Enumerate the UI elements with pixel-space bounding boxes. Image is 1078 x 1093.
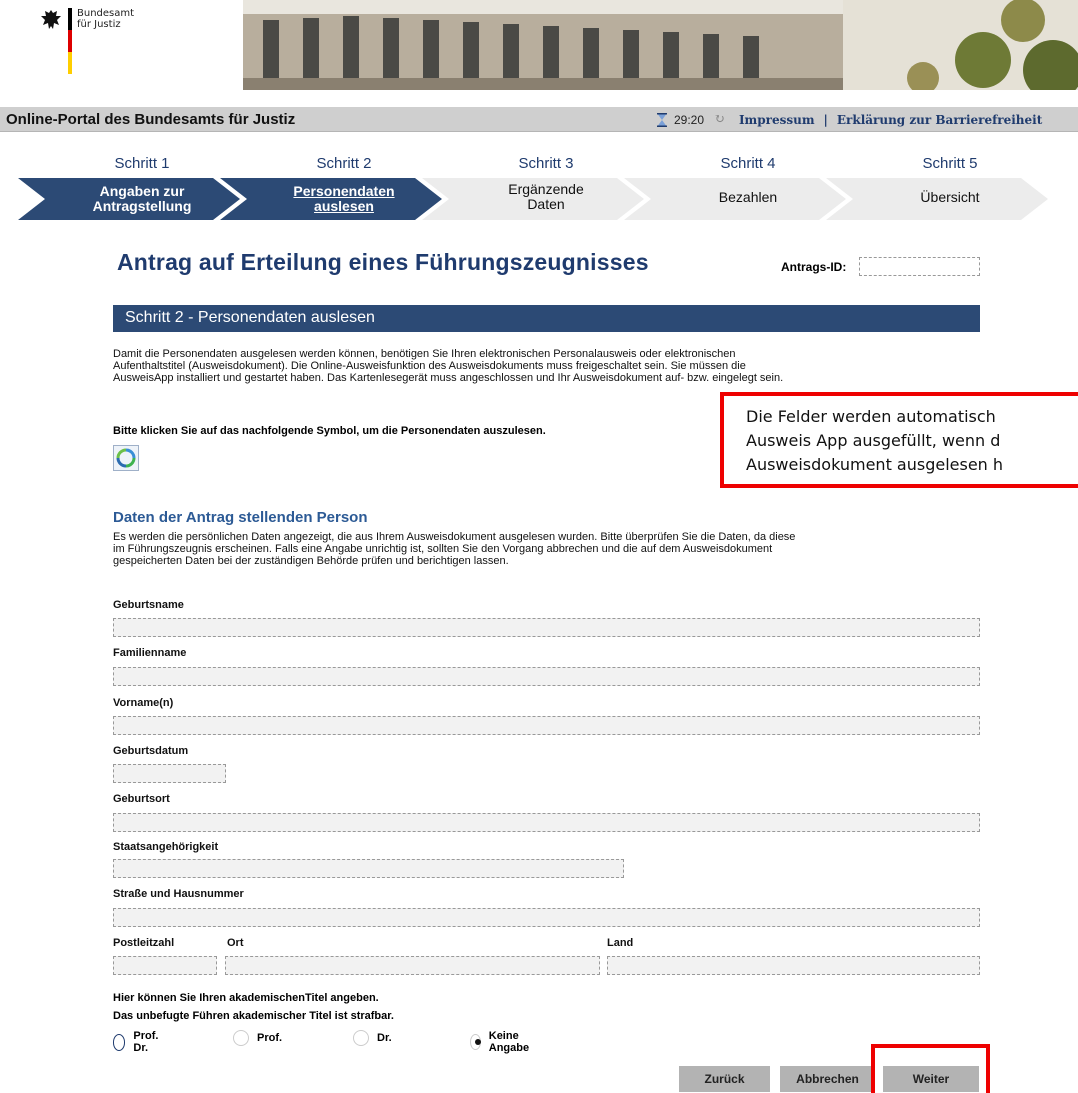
- vorname-label: Vorname(n): [113, 697, 174, 709]
- familienname-label: Familienname: [113, 647, 187, 659]
- intro-text: Damit die Personendaten ausgelesen werde…: [113, 348, 784, 384]
- geburtsort-field: [113, 813, 980, 832]
- back-button[interactable]: Zurück: [679, 1066, 770, 1092]
- portal-bar: Online-Portal des Bundesamts für Justiz …: [0, 107, 1078, 132]
- next-button-highlight: [871, 1044, 990, 1093]
- step-2-label: Schritt 2: [316, 155, 372, 172]
- radio-dr[interactable]: Dr.: [353, 1030, 392, 1046]
- antrags-id-field: [859, 257, 980, 276]
- ausweisapp-button[interactable]: [113, 445, 139, 471]
- session-timer: 29:20: [674, 112, 705, 127]
- person-section-text: Es werden die persönlichen Daten angezei…: [113, 531, 796, 567]
- vorname-field: [113, 716, 980, 735]
- plz-label: Postleitzahl: [113, 937, 175, 949]
- antrags-id-label: Antrags-ID:: [781, 260, 847, 274]
- section-header: Schritt 2 - Personendaten auslesen: [113, 305, 980, 332]
- german-flag-bar: [68, 8, 72, 74]
- progress-steps: Schritt 1 Schritt 2 Schritt 3 Schritt 4 …: [0, 152, 1078, 222]
- federal-eagle-icon: [41, 10, 61, 29]
- click-hint: Bitte klicken Sie auf das nachfolgende S…: [113, 425, 546, 437]
- info-callout: Die Felder werden automatisch Ausweis Ap…: [720, 392, 1078, 488]
- cancel-button[interactable]: Abbrechen: [780, 1066, 875, 1092]
- titel-note-2: Das unbefugte Führen akademischer Titel …: [113, 1010, 394, 1022]
- geburtsort-label: Geburtsort: [113, 793, 170, 805]
- step-2-button[interactable]: Personendaten auslesen: [264, 184, 424, 214]
- link-separator: |: [823, 112, 828, 127]
- land-label: Land: [607, 937, 634, 949]
- portal-links: 29:20 ↻ Impressum | Erklärung zur Barrie…: [656, 112, 1042, 127]
- radio-label: Prof.: [257, 1032, 283, 1044]
- radio-keine-angabe[interactable]: Keine Angabe: [470, 1030, 534, 1054]
- bfj-logo[interactable]: Bundesamt für Justiz: [40, 8, 134, 74]
- step-3-label: Schritt 3: [518, 155, 574, 172]
- radio-label: Keine Angabe: [488, 1030, 530, 1054]
- step-5-button: Übersicht: [920, 189, 980, 205]
- reload-timer-icon[interactable]: ↻: [714, 112, 725, 127]
- radio-prof[interactable]: Prof.: [233, 1030, 282, 1046]
- step-3-button: Ergänzende Daten: [508, 181, 584, 212]
- geburtsdatum-label: Geburtsdatum: [113, 745, 189, 757]
- radio-prof-dr[interactable]: Prof. Dr.: [113, 1030, 163, 1054]
- ort-label: Ort: [227, 937, 244, 949]
- page-title: Antrag auf Erteilung eines Führungszeugn…: [117, 249, 649, 275]
- strasse-field: [113, 908, 980, 927]
- radio-circle: [233, 1030, 249, 1046]
- strasse-label: Straße und Hausnummer: [113, 888, 244, 900]
- step-1-label: Schritt 1: [114, 155, 170, 172]
- barrierefreiheit-link[interactable]: Erklärung zur Barrierefreiheit: [837, 113, 1042, 127]
- step-4-label: Schritt 4: [720, 155, 776, 172]
- radio-circle: [113, 1033, 126, 1051]
- geburtsname-label: Geburtsname: [113, 599, 184, 611]
- plz-field: [113, 956, 217, 975]
- radio-label: Dr.: [377, 1032, 392, 1044]
- land-field: [607, 956, 980, 975]
- hourglass-icon: [657, 112, 667, 127]
- staatsangehoerigkeit-label: Staatsangehörigkeit: [113, 841, 219, 853]
- person-section-title: Daten der Antrag stellenden Person: [113, 509, 368, 526]
- step-5-label: Schritt 5: [922, 155, 978, 172]
- radio-circle-selected: [470, 1034, 481, 1050]
- org-name: Bundesamt für Justiz: [77, 8, 135, 30]
- titel-note-1: Hier können Sie Ihren akademischenTitel …: [113, 992, 379, 1004]
- radio-label: Prof. Dr.: [133, 1030, 159, 1054]
- header-banner-image: [243, 0, 1078, 90]
- site-header: Bundesamt für Justiz: [0, 0, 1078, 90]
- geburtsname-field: [113, 618, 980, 637]
- ort-field: [225, 956, 600, 975]
- ausweisapp-icon: [116, 448, 136, 468]
- impressum-link[interactable]: Impressum: [739, 113, 815, 127]
- staatsangehoerigkeit-field: [113, 859, 624, 878]
- familienname-field: [113, 667, 980, 686]
- portal-title: Online-Portal des Bundesamts für Justiz: [6, 111, 296, 128]
- step-1-button[interactable]: Angaben zur Antragstellung: [62, 184, 222, 214]
- step-4-button: Bezahlen: [718, 189, 778, 205]
- radio-circle: [353, 1030, 369, 1046]
- geburtsdatum-field: [113, 764, 226, 783]
